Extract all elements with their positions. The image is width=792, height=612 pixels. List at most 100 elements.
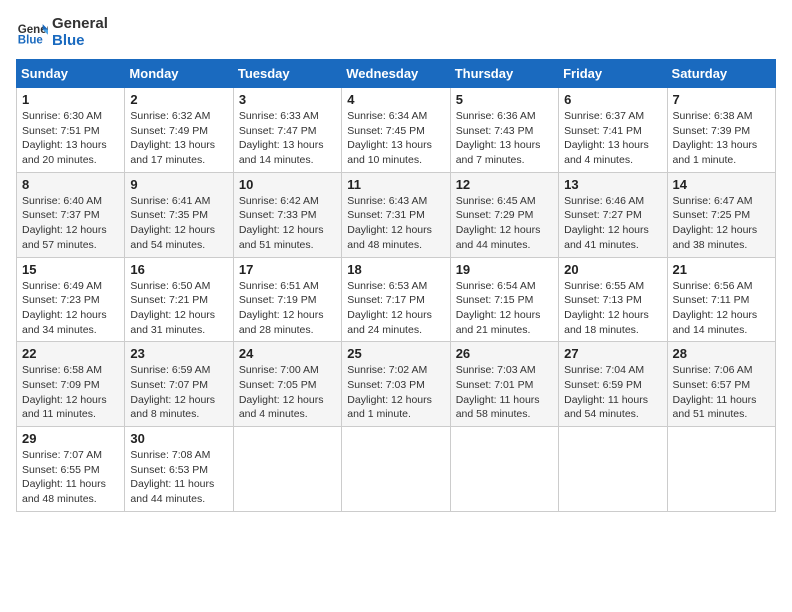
day-info: Sunrise: 6:59 AM Sunset: 7:07 PM Dayligh… [130,363,227,422]
calendar-week-row: 15 Sunrise: 6:49 AM Sunset: 7:23 PM Dayli… [17,257,776,342]
calendar-cell: 13 Sunrise: 6:46 AM Sunset: 7:27 PM Dayli… [559,172,667,257]
day-info: Sunrise: 6:46 AM Sunset: 7:27 PM Dayligh… [564,194,661,253]
calendar-week-row: 1 Sunrise: 6:30 AM Sunset: 7:51 PM Daylig… [17,88,776,173]
day-number: 8 [22,177,119,192]
calendar-cell: 19 Sunrise: 6:54 AM Sunset: 7:15 PM Dayli… [450,257,558,342]
day-number: 25 [347,346,444,361]
calendar-cell: 30Sunrise: 7:08 AM Sunset: 6:53 PM Dayli… [125,427,233,512]
day-info: Sunrise: 6:34 AM Sunset: 7:45 PM Dayligh… [347,109,444,168]
day-number: 14 [673,177,770,192]
calendar-cell: 18Sunrise: 6:53 AM Sunset: 7:17 PM Dayli… [342,257,450,342]
weekday-header-sunday: Sunday [17,60,125,88]
day-info: Sunrise: 6:33 AM Sunset: 7:47 PM Dayligh… [239,109,336,168]
day-number: 10 [239,177,336,192]
day-info: Sunrise: 7:03 AM Sunset: 7:01 PM Dayligh… [456,363,553,422]
day-number: 5 [456,92,553,107]
day-number: 28 [673,346,770,361]
calendar-cell: 7 Sunrise: 6:38 AM Sunset: 7:39 PM Daylig… [667,88,775,173]
calendar-cell: 11Sunrise: 6:43 AM Sunset: 7:31 PM Dayli… [342,172,450,257]
calendar-cell: 10 Sunrise: 6:42 AM Sunset: 7:33 PM Dayli… [233,172,341,257]
calendar-cell: 20Sunrise: 6:55 AM Sunset: 7:13 PM Dayli… [559,257,667,342]
day-info: Sunrise: 6:58 AM Sunset: 7:09 PM Dayligh… [22,363,119,422]
day-number: 2 [130,92,227,107]
day-number: 12 [456,177,553,192]
calendar-cell: 12Sunrise: 6:45 AM Sunset: 7:29 PM Dayli… [450,172,558,257]
day-info: Sunrise: 6:30 AM Sunset: 7:51 PM Dayligh… [22,109,119,168]
calendar-cell: 27 Sunrise: 7:04 AM Sunset: 6:59 PM Dayli… [559,342,667,427]
day-number: 9 [130,177,227,192]
weekday-header-friday: Friday [559,60,667,88]
day-number: 23 [130,346,227,361]
day-info: Sunrise: 7:02 AM Sunset: 7:03 PM Dayligh… [347,363,444,422]
calendar-cell: 1 Sunrise: 6:30 AM Sunset: 7:51 PM Daylig… [17,88,125,173]
day-number: 29 [22,431,119,446]
calendar-cell [450,427,558,512]
day-info: Sunrise: 6:54 AM Sunset: 7:15 PM Dayligh… [456,279,553,338]
calendar-cell: 29Sunrise: 7:07 AM Sunset: 6:55 PM Dayli… [17,427,125,512]
day-info: Sunrise: 6:37 AM Sunset: 7:41 PM Dayligh… [564,109,661,168]
day-info: Sunrise: 7:04 AM Sunset: 6:59 PM Dayligh… [564,363,661,422]
calendar-header-row: SundayMondayTuesdayWednesdayThursdayFrid… [17,60,776,88]
day-info: Sunrise: 6:38 AM Sunset: 7:39 PM Dayligh… [673,109,770,168]
calendar-cell [667,427,775,512]
day-number: 16 [130,262,227,277]
calendar-cell: 15 Sunrise: 6:49 AM Sunset: 7:23 PM Dayli… [17,257,125,342]
day-info: Sunrise: 6:47 AM Sunset: 7:25 PM Dayligh… [673,194,770,253]
day-number: 13 [564,177,661,192]
calendar-cell: 25 Sunrise: 7:02 AM Sunset: 7:03 PM Dayli… [342,342,450,427]
day-info: Sunrise: 7:00 AM Sunset: 7:05 PM Dayligh… [239,363,336,422]
day-number: 24 [239,346,336,361]
svg-text:Blue: Blue [18,34,44,46]
calendar-cell: 21Sunrise: 6:56 AM Sunset: 7:11 PM Dayli… [667,257,775,342]
day-info: Sunrise: 6:49 AM Sunset: 7:23 PM Dayligh… [22,279,119,338]
weekday-header-saturday: Saturday [667,60,775,88]
calendar-cell: 9 Sunrise: 6:41 AM Sunset: 7:35 PM Daylig… [125,172,233,257]
calendar-cell: 5 Sunrise: 6:36 AM Sunset: 7:43 PM Daylig… [450,88,558,173]
day-info: Sunrise: 6:42 AM Sunset: 7:33 PM Dayligh… [239,194,336,253]
day-number: 20 [564,262,661,277]
day-number: 17 [239,262,336,277]
logo-blue-text: Blue [52,33,108,50]
day-number: 7 [673,92,770,107]
calendar-cell: 22 Sunrise: 6:58 AM Sunset: 7:09 PM Dayli… [17,342,125,427]
calendar-cell: 23 Sunrise: 6:59 AM Sunset: 7:07 PM Dayli… [125,342,233,427]
day-number: 3 [239,92,336,107]
day-number: 22 [22,346,119,361]
calendar-cell: 14 Sunrise: 6:47 AM Sunset: 7:25 PM Dayli… [667,172,775,257]
day-info: Sunrise: 6:50 AM Sunset: 7:21 PM Dayligh… [130,279,227,338]
day-number: 15 [22,262,119,277]
weekday-header-thursday: Thursday [450,60,558,88]
day-info: Sunrise: 6:41 AM Sunset: 7:35 PM Dayligh… [130,194,227,253]
page-header: General Blue General Blue [16,16,776,49]
day-number: 26 [456,346,553,361]
logo-icon: General Blue [16,17,48,49]
day-number: 27 [564,346,661,361]
calendar-cell: 6 Sunrise: 6:37 AM Sunset: 7:41 PM Daylig… [559,88,667,173]
calendar-cell: 28 Sunrise: 7:06 AM Sunset: 6:57 PM Dayli… [667,342,775,427]
logo-general-text: General [52,16,108,33]
day-info: Sunrise: 6:43 AM Sunset: 7:31 PM Dayligh… [347,194,444,253]
day-info: Sunrise: 7:08 AM Sunset: 6:53 PM Dayligh… [130,448,227,507]
day-info: Sunrise: 6:56 AM Sunset: 7:11 PM Dayligh… [673,279,770,338]
day-number: 1 [22,92,119,107]
calendar-cell: 3 Sunrise: 6:33 AM Sunset: 7:47 PM Daylig… [233,88,341,173]
day-number: 6 [564,92,661,107]
calendar-week-row: 29Sunrise: 7:07 AM Sunset: 6:55 PM Dayli… [17,427,776,512]
day-number: 19 [456,262,553,277]
day-info: Sunrise: 6:40 AM Sunset: 7:37 PM Dayligh… [22,194,119,253]
calendar-cell: 4Sunrise: 6:34 AM Sunset: 7:45 PM Daylig… [342,88,450,173]
weekday-header-wednesday: Wednesday [342,60,450,88]
calendar-cell: 26 Sunrise: 7:03 AM Sunset: 7:01 PM Dayli… [450,342,558,427]
day-info: Sunrise: 6:51 AM Sunset: 7:19 PM Dayligh… [239,279,336,338]
calendar-cell: 2 Sunrise: 6:32 AM Sunset: 7:49 PM Daylig… [125,88,233,173]
calendar-week-row: 8 Sunrise: 6:40 AM Sunset: 7:37 PM Daylig… [17,172,776,257]
day-info: Sunrise: 7:06 AM Sunset: 6:57 PM Dayligh… [673,363,770,422]
calendar-cell: 24 Sunrise: 7:00 AM Sunset: 7:05 PM Dayli… [233,342,341,427]
day-info: Sunrise: 6:53 AM Sunset: 7:17 PM Dayligh… [347,279,444,338]
calendar-cell: 8 Sunrise: 6:40 AM Sunset: 7:37 PM Daylig… [17,172,125,257]
weekday-header-monday: Monday [125,60,233,88]
day-info: Sunrise: 6:36 AM Sunset: 7:43 PM Dayligh… [456,109,553,168]
calendar-cell: 17 Sunrise: 6:51 AM Sunset: 7:19 PM Dayli… [233,257,341,342]
calendar-cell: 16 Sunrise: 6:50 AM Sunset: 7:21 PM Dayli… [125,257,233,342]
day-info: Sunrise: 6:32 AM Sunset: 7:49 PM Dayligh… [130,109,227,168]
